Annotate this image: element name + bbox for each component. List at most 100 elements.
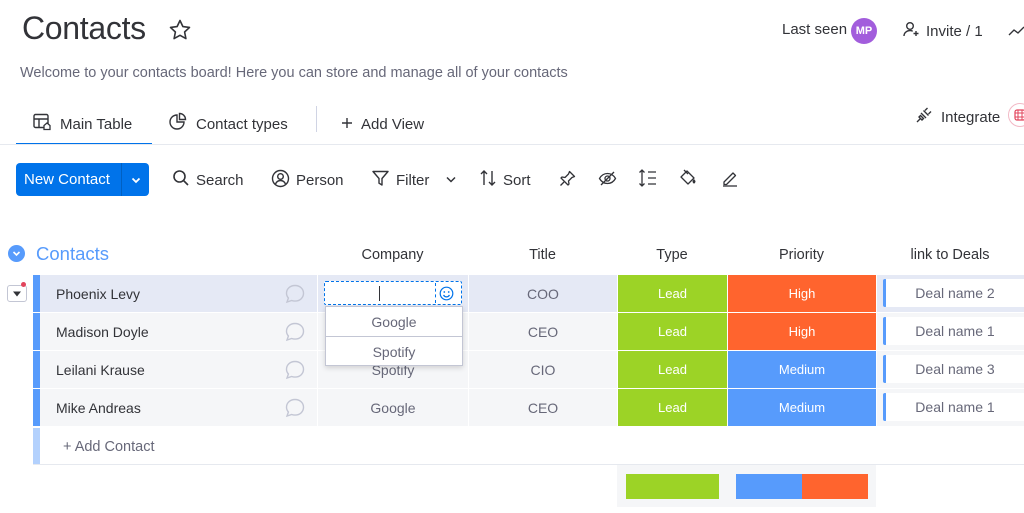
contact-name-cell[interactable]: Madison Doyle bbox=[40, 313, 317, 350]
tab-main-table[interactable]: Main Table bbox=[16, 104, 152, 145]
title-cell[interactable]: CIO bbox=[469, 351, 617, 388]
invite-button[interactable]: Invite / 1 bbox=[902, 20, 983, 42]
pin-button[interactable] bbox=[558, 168, 577, 192]
deal-link-chip[interactable]: Deal name 2 bbox=[886, 279, 1024, 307]
title-cell[interactable]: COO bbox=[469, 275, 617, 312]
priority-summary-segment-medium bbox=[736, 474, 802, 499]
activity-icon[interactable] bbox=[1008, 22, 1024, 40]
add-person-icon bbox=[902, 20, 920, 42]
priority-status-cell[interactable]: High bbox=[728, 275, 876, 312]
filter-button[interactable]: Filter bbox=[371, 168, 457, 192]
add-view-button[interactable]: Add View bbox=[341, 104, 424, 144]
priority-value: Medium bbox=[778, 400, 826, 415]
color-button[interactable] bbox=[678, 168, 698, 192]
comment-bubble-icon[interactable] bbox=[284, 359, 306, 381]
table-row[interactable]: Leilani Krause Spotify CIO Lead Medium Deal n… bbox=[33, 351, 1024, 388]
comment-bubble-icon[interactable] bbox=[284, 283, 306, 305]
avatar[interactable]: MP bbox=[851, 18, 877, 44]
priority-value: High bbox=[788, 286, 816, 301]
hide-columns-button[interactable] bbox=[598, 168, 617, 192]
deal-link-chip[interactable]: Deal name 3 bbox=[886, 355, 1024, 383]
type-summary-bar[interactable] bbox=[626, 474, 719, 499]
new-contact-label[interactable]: New Contact bbox=[16, 163, 121, 196]
deal-name: Deal name 1 bbox=[915, 323, 995, 339]
row-height-icon bbox=[638, 168, 658, 192]
contact-name: Mike Andreas bbox=[56, 399, 141, 416]
tab-contact-types[interactable]: Contact types bbox=[168, 104, 288, 144]
sort-button[interactable]: Sort bbox=[479, 168, 531, 192]
suggestion-spotify[interactable]: Spotify bbox=[326, 337, 462, 367]
format-button[interactable] bbox=[720, 168, 740, 192]
deal-name: Deal name 2 bbox=[915, 285, 995, 301]
row-color-bar bbox=[33, 351, 40, 388]
company-suggestions-dropdown: Google Spotify bbox=[325, 306, 463, 366]
last-seen-label[interactable]: Last seen bbox=[782, 21, 847, 38]
column-header-type[interactable]: Type bbox=[617, 247, 727, 263]
priority-status-cell[interactable]: Medium bbox=[728, 389, 876, 426]
row-menu-button[interactable] bbox=[7, 285, 27, 302]
new-contact-button[interactable]: New Contact bbox=[16, 163, 149, 196]
group-title[interactable]: Contacts bbox=[36, 243, 109, 265]
tab-main-table-label: Main Table bbox=[60, 115, 133, 133]
comment-bubble-icon[interactable] bbox=[284, 397, 306, 419]
integration-badge-icon[interactable] bbox=[1008, 103, 1024, 127]
new-contact-dropdown[interactable] bbox=[121, 163, 149, 196]
emoji-button[interactable] bbox=[435, 283, 457, 303]
contact-name-cell[interactable]: Leilani Krause bbox=[40, 351, 317, 388]
priority-status-cell[interactable]: Medium bbox=[728, 351, 876, 388]
company-input[interactable] bbox=[324, 281, 462, 305]
contact-name: Leilani Krause bbox=[56, 361, 145, 378]
search-button[interactable]: Search bbox=[172, 168, 244, 192]
type-value: Lead bbox=[658, 286, 687, 301]
column-header-priority[interactable]: Priority bbox=[727, 247, 876, 263]
group-collapse-toggle[interactable] bbox=[8, 245, 25, 262]
type-status-cell[interactable]: Lead bbox=[618, 275, 727, 312]
column-header-company[interactable]: Company bbox=[317, 247, 468, 263]
person-filter-button[interactable]: Person bbox=[271, 168, 344, 192]
company-cell[interactable]: Google bbox=[318, 389, 468, 426]
star-icon[interactable] bbox=[168, 18, 192, 42]
table-row[interactable]: Madison Doyle CEO Lead High Deal name 1 bbox=[33, 313, 1024, 350]
chevron-down-icon[interactable] bbox=[445, 172, 457, 189]
title-cell[interactable]: CEO bbox=[469, 389, 617, 426]
search-icon bbox=[172, 169, 190, 191]
type-status-cell[interactable]: Lead bbox=[618, 313, 727, 350]
add-contact-row[interactable]: + Add Contact bbox=[33, 428, 1024, 465]
sort-label: Sort bbox=[503, 171, 531, 189]
contact-name-cell[interactable]: Phoenix Levy bbox=[40, 275, 317, 312]
title-cell[interactable]: CEO bbox=[469, 313, 617, 350]
deal-name: Deal name 3 bbox=[915, 361, 995, 377]
page-title[interactable]: Contacts bbox=[22, 10, 146, 47]
priority-summary-bar[interactable] bbox=[736, 474, 868, 499]
row-color-bar bbox=[33, 389, 40, 426]
column-header-title[interactable]: Title bbox=[468, 247, 617, 263]
priority-summary-segment-high bbox=[802, 474, 868, 499]
invite-label: Invite / 1 bbox=[926, 22, 983, 40]
column-header-link-to-deals[interactable]: link to Deals bbox=[876, 247, 1024, 263]
filter-label: Filter bbox=[396, 171, 430, 189]
title-value: CEO bbox=[527, 323, 559, 340]
comment-bubble-icon[interactable] bbox=[284, 321, 306, 343]
title-value: COO bbox=[527, 285, 559, 302]
add-contact-button[interactable]: + Add Contact bbox=[63, 439, 155, 455]
search-label: Search bbox=[196, 171, 244, 189]
person-icon bbox=[271, 169, 290, 192]
board-description[interactable]: Welcome to your contacts board! Here you… bbox=[20, 65, 568, 81]
table-row[interactable]: Phoenix Levy COO Lead High Deal name 2 bbox=[33, 275, 1024, 312]
type-status-cell[interactable]: Lead bbox=[618, 389, 727, 426]
deal-link-chip[interactable]: Deal name 1 bbox=[886, 393, 1024, 421]
contact-name: Madison Doyle bbox=[56, 323, 149, 340]
title-value: CEO bbox=[527, 399, 559, 416]
deal-link-chip[interactable]: Deal name 1 bbox=[886, 317, 1024, 345]
table-row[interactable]: Mike Andreas Google CEO Lead Medium Deal name… bbox=[33, 389, 1024, 426]
suggestion-google[interactable]: Google bbox=[326, 307, 462, 337]
contact-name-cell[interactable]: Mike Andreas bbox=[40, 389, 317, 426]
integrate-button[interactable]: Integrate bbox=[915, 104, 1000, 130]
plus-icon bbox=[341, 116, 353, 133]
row-height-button[interactable] bbox=[638, 168, 658, 192]
type-status-cell[interactable]: Lead bbox=[618, 351, 727, 388]
table-home-icon bbox=[32, 112, 52, 136]
caret-down-icon bbox=[13, 291, 21, 296]
priority-status-cell[interactable]: High bbox=[728, 313, 876, 350]
deal-name: Deal name 1 bbox=[915, 399, 995, 415]
